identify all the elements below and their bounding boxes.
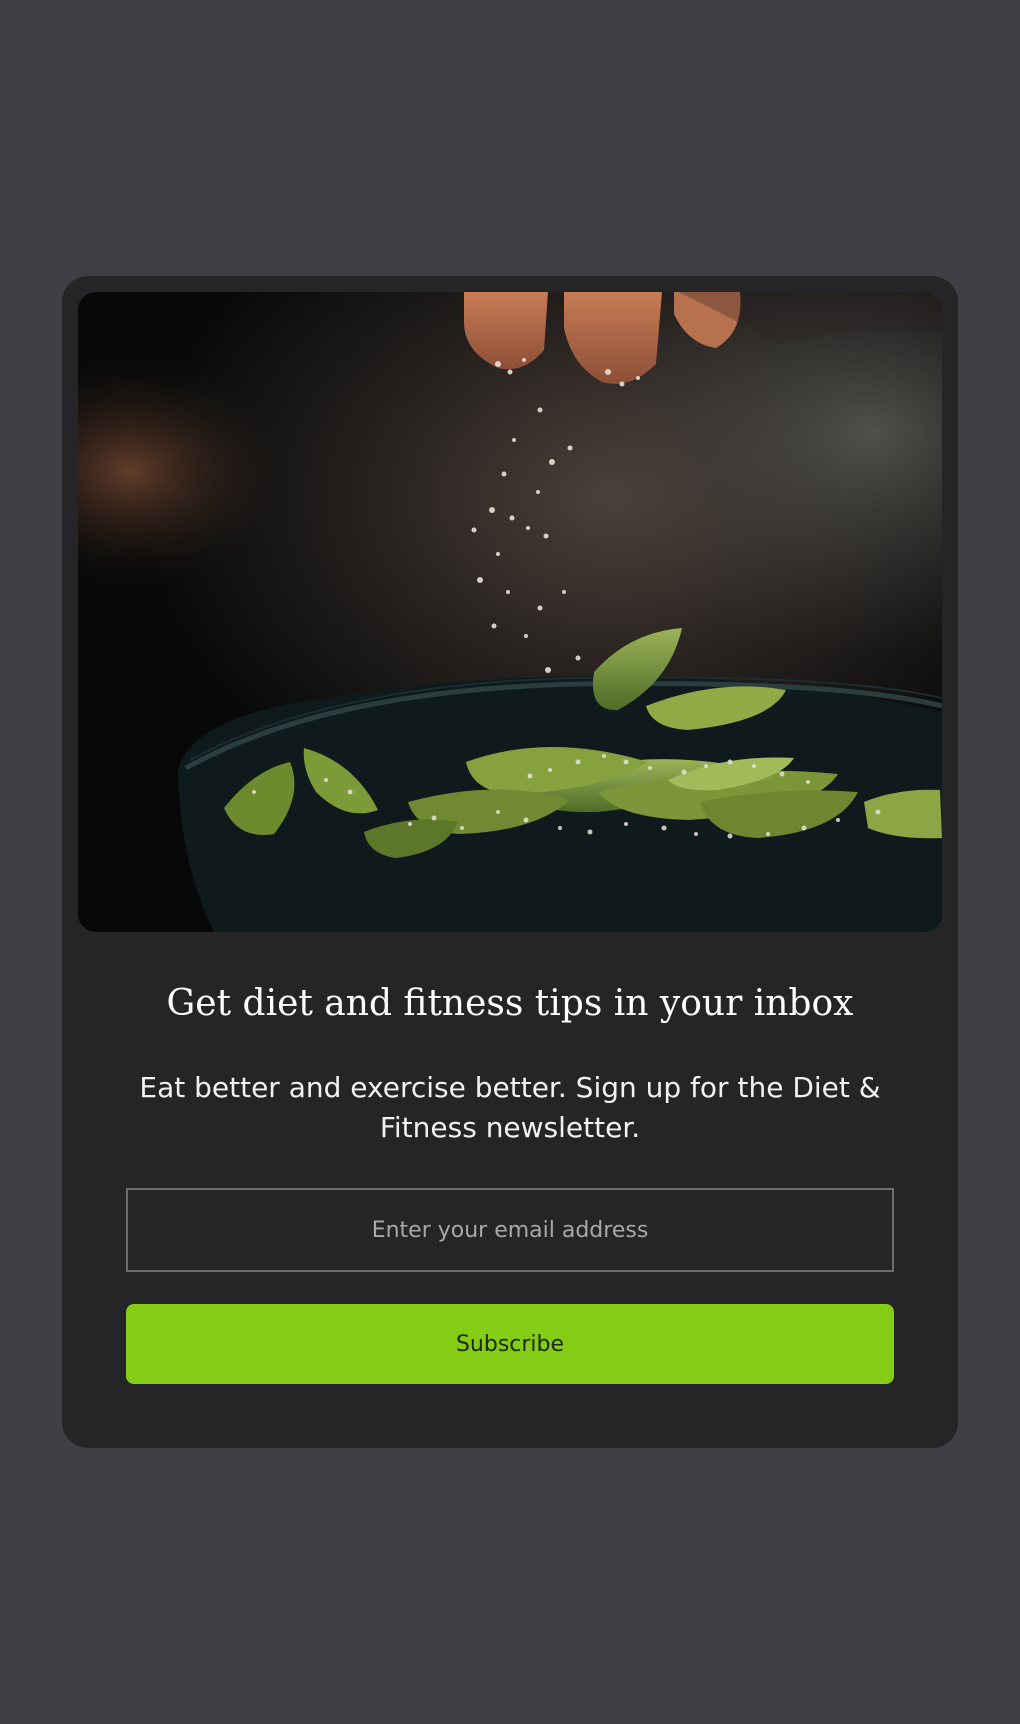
email-input[interactable] (126, 1188, 894, 1272)
subscribe-button[interactable]: Subscribe (126, 1304, 894, 1384)
newsletter-signup-card: Get diet and fitness tips in your inbox … (62, 276, 958, 1448)
hero-image (78, 292, 942, 932)
newsletter-description: Eat better and exercise better. Sign up … (139, 1071, 881, 1144)
newsletter-title: Get diet and fitness tips in your inbox (166, 983, 854, 1024)
edamame-seasoning-photo (78, 292, 942, 932)
